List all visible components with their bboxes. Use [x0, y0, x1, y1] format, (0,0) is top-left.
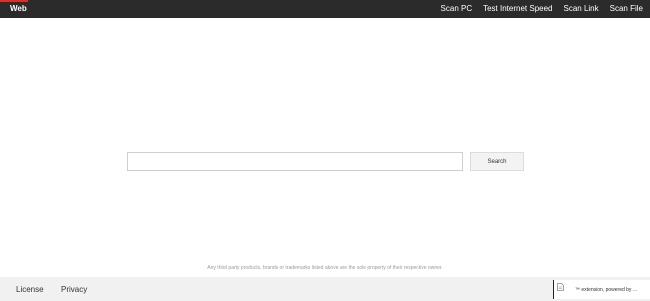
- disclaimer-text: Any third party products, brands or trad…: [207, 265, 443, 271]
- nav-scan-pc[interactable]: Scan PC: [441, 4, 473, 14]
- nav-scan-file[interactable]: Scan File: [610, 4, 643, 14]
- extension-badge[interactable]: ™ extension, powered by ...: [553, 280, 650, 299]
- footer-privacy-link[interactable]: Privacy: [61, 285, 87, 295]
- brand-web[interactable]: Web: [10, 4, 27, 14]
- brand-accent-line: [0, 0, 28, 2]
- search-button[interactable]: Search: [470, 152, 524, 171]
- top-nav-links: Scan PC Test Internet Speed Scan Link Sc…: [441, 4, 643, 14]
- nav-scan-link[interactable]: Scan Link: [564, 4, 599, 14]
- nav-test-internet-speed[interactable]: Test Internet Speed: [483, 4, 552, 14]
- document-icon: [557, 283, 564, 291]
- top-navigation-bar: Web Scan PC Test Internet Speed Scan Lin…: [0, 0, 650, 18]
- search-input[interactable]: [127, 152, 463, 171]
- extension-text: ™ extension, powered by ...: [575, 287, 637, 293]
- footer-license-link[interactable]: License: [16, 285, 44, 295]
